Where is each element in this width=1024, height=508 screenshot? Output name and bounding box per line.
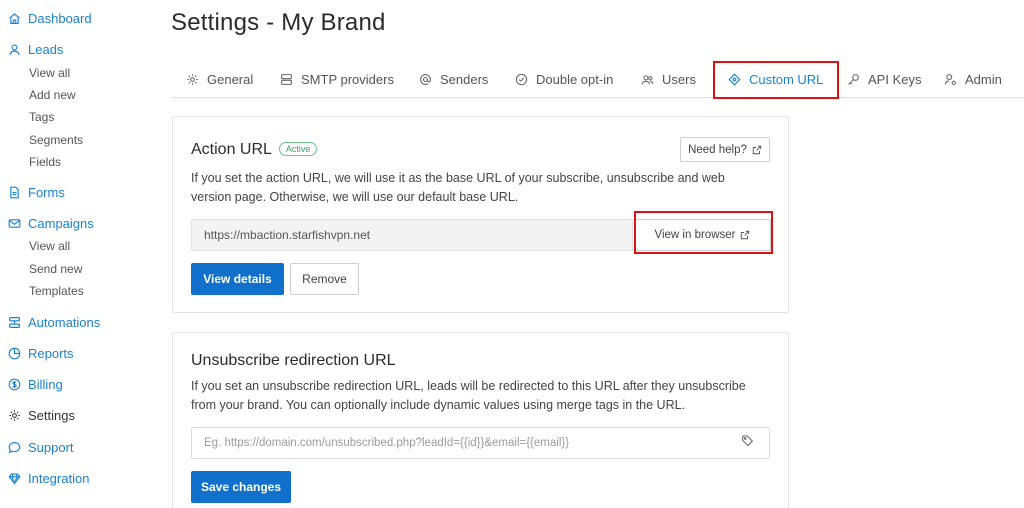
action-url-card: Action URL Active Need help? If you set t… [172, 116, 789, 313]
user-gear-icon [944, 72, 958, 86]
sidebar-item-label: Support [28, 440, 74, 455]
page-title: Settings - My Brand [171, 9, 386, 36]
status-badge: Active [278, 142, 318, 156]
sidebar-item-forms[interactable]: Forms [7, 185, 65, 200]
sidebar-item-label: Billing [28, 377, 63, 392]
sidebar-item-label: Campaigns [28, 216, 94, 231]
sidebar-item-leads[interactable]: Leads [7, 42, 63, 57]
sidebar-item-integration[interactable]: Integration [7, 471, 89, 486]
merge-tags-button[interactable] [726, 427, 770, 459]
sidebar-subitem-campaigns-view-all[interactable]: View all [29, 239, 70, 253]
sidebar-item-label: Leads [28, 42, 64, 57]
action-url-field: https://mbaction.starfishvpn.net [191, 219, 633, 251]
sidebar-item-label: Dashboard [28, 11, 92, 26]
dollar-icon [7, 378, 21, 392]
remove-button[interactable]: Remove [290, 263, 359, 295]
action-url-description: If you set the action URL, we will use i… [191, 169, 725, 207]
home-icon [7, 12, 21, 26]
unsubscribe-description: If you set an unsubscribe redirection UR… [191, 377, 746, 415]
sidebar-item-label: Reports [28, 346, 74, 361]
sidebar-item-label: Forms [28, 185, 65, 200]
document-icon [7, 186, 21, 200]
user-icon [7, 43, 21, 57]
chat-icon [7, 441, 21, 455]
tab-label: Double opt-in [536, 71, 614, 87]
unsubscribe-title: Unsubscribe redirection URL [191, 352, 396, 369]
description-line: If you set the action URL, we will use i… [191, 171, 725, 185]
tab-double-opt-in[interactable]: Double opt-in [515, 60, 613, 98]
tab-label: Senders [440, 71, 489, 87]
need-help-label: Need help? [688, 143, 747, 156]
tab-api-keys[interactable]: API Keys [847, 60, 921, 98]
tab-senders[interactable]: Senders [419, 60, 488, 98]
sidebar: Dashboard Leads View all Add new Tags Se… [0, 0, 150, 508]
sidebar-item-label: Settings [28, 408, 75, 423]
tab-users[interactable]: Users [641, 60, 696, 98]
tab-label: Users [662, 71, 696, 87]
external-link-icon [740, 230, 750, 240]
server-icon [280, 72, 294, 86]
view-in-browser-label: View in browser [654, 229, 736, 241]
need-help-button[interactable]: Need help? [680, 137, 770, 162]
action-url-title: Action URL Active [191, 141, 318, 159]
tab-label: API Keys [868, 71, 922, 87]
sidebar-subitem-leads-view-all[interactable]: View all [29, 66, 70, 80]
tab-general[interactable]: General [186, 60, 253, 98]
automation-icon [7, 316, 21, 330]
tab-label: SMTP providers [301, 71, 394, 87]
tab-custom-url[interactable]: Custom URL [728, 60, 823, 98]
external-link-icon [752, 145, 762, 155]
gear-icon [7, 409, 21, 423]
tab-admin[interactable]: Admin [944, 60, 1002, 98]
view-in-browser-button[interactable]: View in browser [634, 219, 771, 251]
description-line: If you set an unsubscribe redirection UR… [191, 379, 746, 393]
sidebar-subitem-campaigns-templates[interactable]: Templates [29, 284, 84, 298]
tag-icon [741, 434, 754, 452]
tab-label: Custom URL [749, 71, 824, 87]
check-circle-icon [515, 72, 529, 86]
tab-label: General [207, 71, 254, 87]
sidebar-item-label: Automations [28, 315, 101, 330]
sidebar-item-campaigns[interactable]: Campaigns [7, 216, 94, 231]
sidebar-subitem-leads-fields[interactable]: Fields [29, 155, 61, 169]
description-line: from your brand. You can optionally incl… [191, 398, 686, 412]
card-title-text: Action URL [191, 141, 272, 158]
description-line: version page. Otherwise, we will use our… [191, 190, 519, 204]
save-changes-button[interactable]: Save changes [191, 471, 291, 503]
sidebar-subitem-leads-segments[interactable]: Segments [29, 133, 83, 147]
sidebar-item-label: Integration [28, 471, 90, 486]
sidebar-subitem-leads-add-new[interactable]: Add new [29, 88, 76, 102]
diamond-icon [7, 472, 21, 486]
sidebar-item-support[interactable]: Support [7, 440, 74, 455]
unsubscribe-url-input[interactable] [191, 427, 727, 459]
settings-tabs: General SMTP providers Senders Double op… [172, 60, 1024, 98]
sidebar-item-billing[interactable]: Billing [7, 377, 63, 392]
tab-label: Admin [965, 71, 1002, 87]
view-details-button[interactable]: View details [191, 263, 284, 295]
sidebar-item-automations[interactable]: Automations [7, 315, 100, 330]
sidebar-item-reports[interactable]: Reports [7, 346, 74, 361]
gear-icon [186, 72, 200, 86]
diamond-tag-icon [728, 72, 742, 86]
sidebar-subitem-leads-tags[interactable]: Tags [29, 110, 54, 124]
sidebar-item-settings[interactable]: Settings [7, 408, 75, 423]
sidebar-item-dashboard[interactable]: Dashboard [7, 11, 92, 26]
sidebar-subitem-campaigns-send-new[interactable]: Send new [29, 262, 82, 276]
unsubscribe-url-card: Unsubscribe redirection URL If you set a… [172, 332, 789, 508]
users-icon [641, 72, 655, 86]
key-icon [847, 72, 861, 86]
report-icon [7, 347, 21, 361]
at-icon [419, 72, 433, 86]
tab-smtp-providers[interactable]: SMTP providers [280, 60, 394, 98]
envelope-icon [7, 217, 21, 231]
